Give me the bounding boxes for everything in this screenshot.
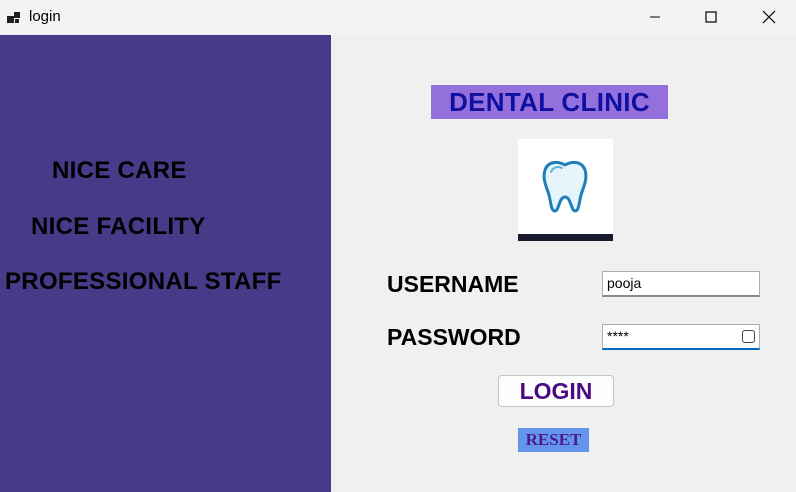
- clinic-title: DENTAL CLINIC: [431, 85, 668, 119]
- close-button[interactable]: [740, 0, 796, 34]
- username-input[interactable]: pooja: [602, 271, 760, 297]
- maximize-icon: [705, 11, 717, 23]
- reset-button[interactable]: RESET: [518, 428, 589, 452]
- close-icon: [762, 10, 776, 24]
- minimize-icon: [650, 16, 660, 18]
- password-value: ****: [607, 328, 629, 344]
- password-label: PASSWORD: [387, 324, 521, 350]
- slogan-nice-care: NICE CARE: [52, 157, 187, 184]
- logo-strip: [518, 234, 613, 241]
- left-panel: [0, 35, 331, 492]
- username-label: USERNAME: [387, 271, 519, 297]
- show-password-checkbox[interactable]: [742, 330, 755, 343]
- password-input[interactable]: ****: [602, 324, 760, 350]
- slogan-nice-facility: NICE FACILITY: [31, 213, 206, 240]
- app-icon: [7, 12, 20, 23]
- window-title: login: [29, 8, 61, 25]
- maximize-button[interactable]: [682, 0, 740, 34]
- tooth-icon: [542, 160, 588, 213]
- clinic-logo: [518, 139, 613, 241]
- login-button[interactable]: LOGIN: [498, 375, 614, 407]
- slogan-professional-staff: PROFESSIONAL STAFF: [5, 268, 282, 295]
- title-bar: login: [0, 0, 796, 34]
- minimize-button[interactable]: [626, 0, 684, 34]
